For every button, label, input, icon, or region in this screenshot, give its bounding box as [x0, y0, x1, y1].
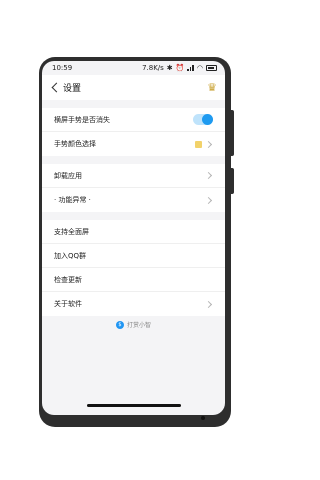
status-time: 10:59 [52, 64, 73, 72]
row-about[interactable]: 关于软件 [42, 292, 225, 316]
bluetooth-icon: ✱ [166, 64, 173, 72]
home-indicator[interactable] [87, 404, 181, 407]
row-label: 关于软件 [54, 300, 82, 308]
wifi-icon: ◠ [196, 64, 203, 72]
row-label: 支持全面屏 [54, 227, 89, 236]
network-speed: 7.8K/s [142, 64, 164, 72]
app-bar-left: 设置 [50, 81, 81, 94]
row-uninstall[interactable]: 卸载应用 [42, 164, 225, 188]
row-gesture-hide[interactable]: 横屏手势是否消失 [42, 108, 225, 132]
chevron-right-icon [204, 140, 213, 148]
row-join-qq[interactable]: 加入QQ群 [42, 244, 225, 268]
row-label: 加入QQ群 [54, 251, 87, 260]
status-icons: 7.8K/s ✱ ⏰ ◠ [142, 64, 217, 72]
chevron-right-icon [204, 171, 213, 180]
row-gesture-color[interactable]: 手势颜色选择 [42, 132, 225, 156]
row-label: · 功能异常 · [54, 196, 91, 204]
row-check-update[interactable]: 检查更新 [42, 268, 225, 292]
page-title: 设置 [63, 84, 82, 94]
row-function-issue[interactable]: · 功能异常 · [42, 188, 225, 212]
settings-group-gesture: 横屏手势是否消失 手势颜色选择 [42, 108, 225, 156]
alarm-icon: ⏰ [175, 64, 185, 72]
color-swatch [195, 140, 202, 148]
coin-icon: $ [115, 320, 124, 329]
row-label: 卸载应用 [54, 171, 82, 180]
row-label: 检查更新 [54, 275, 82, 284]
row-label: 手势颜色选择 [54, 140, 96, 148]
row-right [195, 140, 213, 148]
crown-icon[interactable]: ♛ [207, 82, 217, 93]
toggle-knob [202, 114, 213, 125]
gesture-hide-toggle[interactable] [193, 114, 213, 125]
back-arrow-icon[interactable] [51, 82, 62, 93]
chevron-right-icon [204, 300, 213, 308]
chevron-right-icon [204, 196, 213, 204]
settings-group-app: 卸载应用 · 功能异常 · [42, 164, 225, 212]
sensor-dot [201, 416, 205, 420]
phone-screen: 10:59 7.8K/s ✱ ⏰ ◠ 设置 ♛ 横屏手势是否消失 手势颜色选择 [42, 61, 225, 415]
settings-group-misc: 支持全面屏 加入QQ群 检查更新 关于软件 [42, 220, 225, 316]
volume-button [230, 110, 234, 156]
tip-link[interactable]: $ 打赏小智 [42, 320, 225, 329]
app-bar: 设置 ♛ [42, 75, 225, 100]
battery-icon [206, 65, 217, 71]
status-bar: 10:59 7.8K/s ✱ ⏰ ◠ [42, 61, 225, 75]
tip-label: 打赏小智 [126, 322, 151, 329]
signal-icon [187, 65, 194, 71]
power-button [230, 168, 234, 194]
row-fullscreen[interactable]: 支持全面屏 [42, 220, 225, 244]
row-label: 横屏手势是否消失 [54, 115, 110, 124]
